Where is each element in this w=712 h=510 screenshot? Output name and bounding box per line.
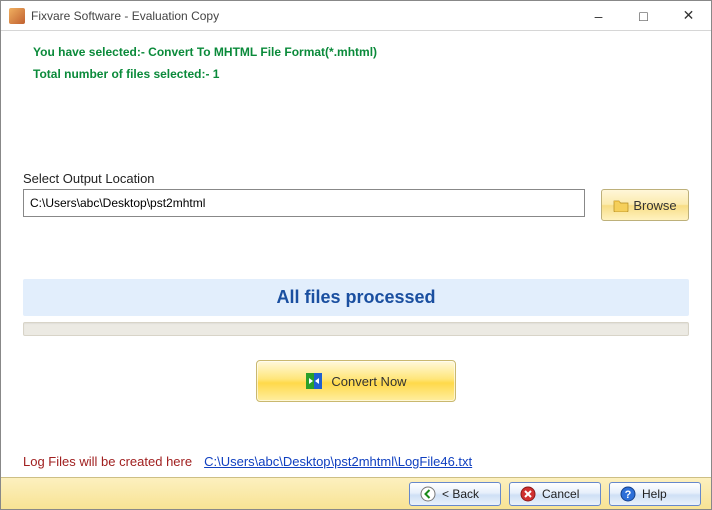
app-icon bbox=[9, 8, 25, 24]
convert-label: Convert Now bbox=[331, 374, 406, 389]
minimize-button[interactable]: – bbox=[576, 1, 621, 30]
convert-arrows-icon bbox=[305, 372, 323, 390]
selection-info: You have selected:- Convert To MHTML Fil… bbox=[23, 45, 689, 59]
help-label: Help bbox=[642, 487, 667, 501]
svg-text:?: ? bbox=[625, 489, 632, 501]
log-line: Log Files will be created here C:\Users\… bbox=[23, 454, 472, 469]
progress-area: All files processed bbox=[23, 279, 689, 336]
convert-now-button[interactable]: Convert Now bbox=[256, 360, 456, 402]
bottom-bar: < Back Cancel ? Help bbox=[1, 477, 711, 509]
browse-label: Browse bbox=[633, 198, 676, 213]
titlebar: Fixvare Software - Evaluation Copy – □ ✕ bbox=[1, 1, 711, 31]
close-button[interactable]: ✕ bbox=[666, 1, 711, 30]
browse-button[interactable]: Browse bbox=[601, 189, 689, 221]
convert-area: Convert Now bbox=[23, 360, 689, 402]
output-location-section: Select Output Location Browse bbox=[23, 171, 689, 221]
back-button[interactable]: < Back bbox=[409, 482, 501, 506]
maximize-button[interactable]: □ bbox=[621, 1, 666, 30]
folder-icon bbox=[613, 198, 629, 212]
help-icon: ? bbox=[620, 486, 636, 502]
log-link[interactable]: C:\Users\abc\Desktop\pst2mhtml\LogFile46… bbox=[204, 454, 472, 469]
output-location-label: Select Output Location bbox=[23, 171, 689, 186]
cancel-icon bbox=[520, 486, 536, 502]
cancel-label: Cancel bbox=[542, 487, 579, 501]
output-location-row: Browse bbox=[23, 189, 689, 221]
progress-bar bbox=[23, 322, 689, 336]
content-area: You have selected:- Convert To MHTML Fil… bbox=[1, 31, 711, 477]
window-title: Fixvare Software - Evaluation Copy bbox=[31, 9, 576, 23]
output-location-input[interactable] bbox=[23, 189, 585, 217]
help-button[interactable]: ? Help bbox=[609, 482, 701, 506]
back-label: < Back bbox=[442, 487, 479, 501]
log-label: Log Files will be created here bbox=[23, 454, 192, 469]
window-controls: – □ ✕ bbox=[576, 1, 711, 30]
progress-caption: All files processed bbox=[23, 279, 689, 316]
cancel-button[interactable]: Cancel bbox=[509, 482, 601, 506]
file-count-info: Total number of files selected:- 1 bbox=[23, 67, 689, 81]
back-arrow-icon bbox=[420, 486, 436, 502]
